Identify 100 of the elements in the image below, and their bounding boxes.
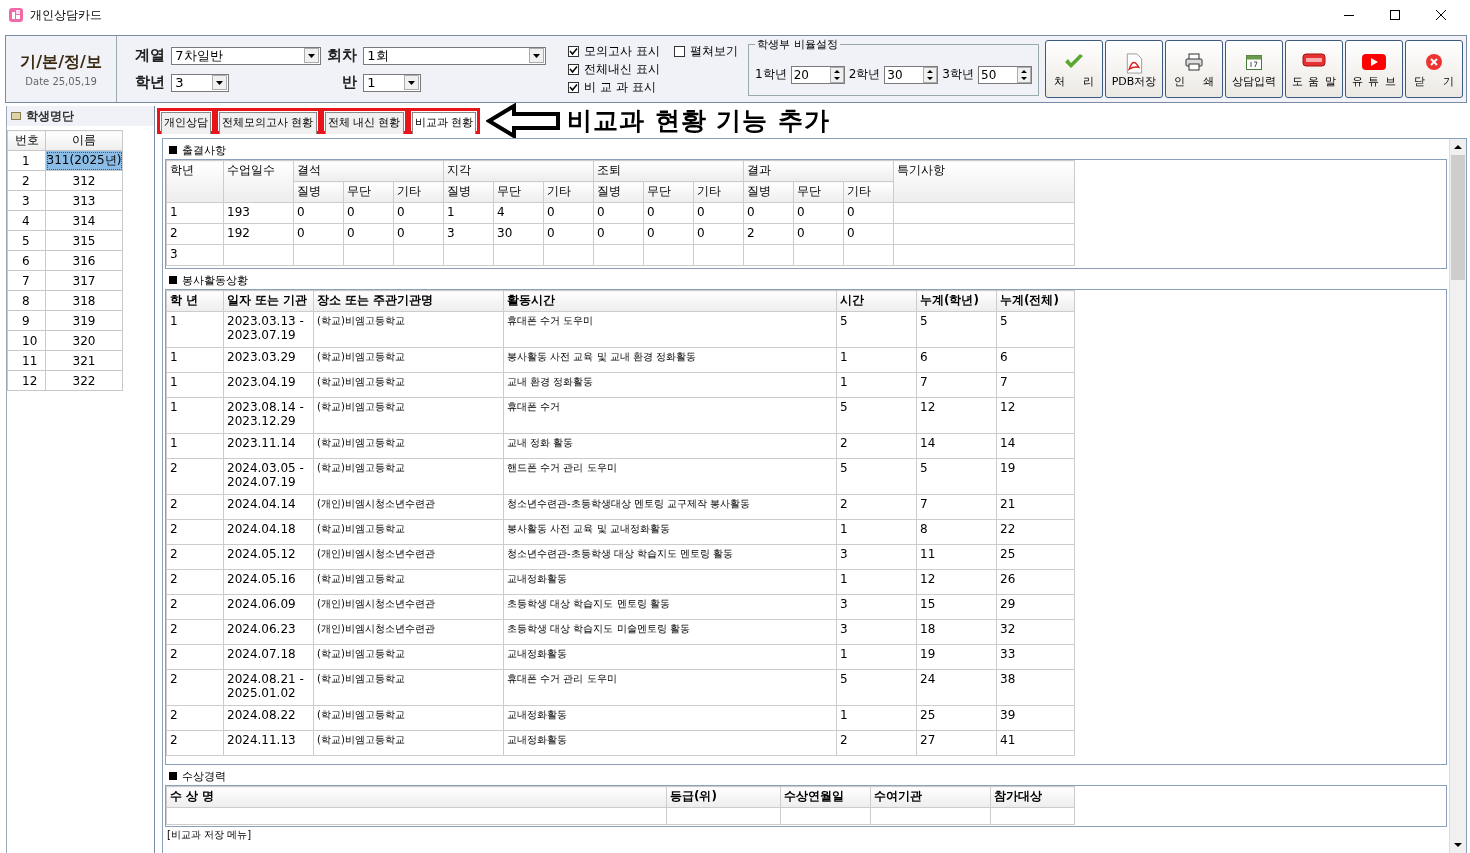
window-title: 개인상담카드 [30,6,102,24]
column-header: 학 년 [166,290,224,312]
column-header: 활동시간 [503,290,837,312]
number-cell: 10 [7,330,46,351]
checkbox[interactable] [568,63,580,75]
table-cell: (학교)비엠고등학교 [313,705,504,731]
table-cell: (학교)비엠고등학교 [313,397,504,434]
panel-title: 학생명단 [26,107,74,125]
maximize-icon[interactable] [1389,9,1401,21]
table-cell: (학교)비엠고등학교 [313,669,504,706]
table-cell: 19 [996,458,1075,495]
toolbar-button[interactable]: 닫 기 [1405,40,1463,98]
table-cell: 1 [836,705,917,731]
toolbar-button[interactable]: 처 리 [1045,40,1103,98]
name-cell[interactable]: 321 [45,350,123,371]
table-cell: 휴대폰 수거 관리 도우미 [503,669,837,706]
table-cell: 교내정화활동 [503,569,837,595]
table-cell: 교내정화활동 [503,705,837,731]
name-cell[interactable]: 317 [45,270,123,291]
table-cell: 24 [916,669,997,706]
name-cell[interactable]: 315 [45,230,123,251]
toolbar-button[interactable]: 유 튜 브 [1345,40,1403,98]
field-label: 회차 [327,44,358,66]
tab[interactable]: 전체모의고사 현황 [219,111,317,134]
table-cell: 1 [836,519,917,545]
table-cell: 0 [593,223,644,245]
checkbox[interactable] [674,45,686,57]
table-cell: 7 [916,372,997,398]
table-cell: 21 [996,494,1075,520]
tab[interactable]: 개인상담 [161,111,211,134]
table-cell: 4 [493,202,544,224]
column-header: 결과 [743,160,894,182]
table-cell: (학교)비엠고등학교 [313,519,504,545]
number-cell: 5 [7,230,46,251]
name-cell[interactable]: 316 [45,250,123,271]
spinner-arrows-icon [923,66,938,83]
table-cell: 5 [836,311,917,348]
checkbox-label: 모의고사 표시 [584,42,661,60]
checkbox[interactable] [568,81,580,93]
close-icon[interactable] [1435,9,1447,21]
name-cell[interactable]: 314 [45,210,123,231]
spin-field[interactable]: 30 [884,65,939,84]
number-cell: 12 [7,370,46,391]
column-header: 수여기관 [870,786,991,808]
table-cell: 교내 정화 활동 [503,433,837,459]
table-cell: 12 [916,569,997,595]
table-cell: 26 [996,569,1075,595]
dropdown[interactable]: 3 [171,73,230,92]
table-cell: (학교)비엠고등학교 [313,433,504,459]
table-cell: 25 [916,705,997,731]
toolbar-button[interactable]: PDB저장 [1105,40,1163,98]
table-cell: 2 [836,730,917,756]
table-cell: 2024.06.23 [223,619,314,645]
scrollbar[interactable] [1449,139,1466,853]
spin-field[interactable]: 20 [790,65,845,84]
table-cell: 1 [836,569,917,595]
table-cell: 2024.06.09 [223,594,314,620]
table-cell: 교내정화활동 [503,730,837,756]
table-cell: 2024.03.05 - 2024.07.19 [223,458,314,495]
dropdown[interactable]: 7차일반 [171,46,322,65]
toolbar-button[interactable]: 상담입력 [1225,40,1283,98]
document-icon [1124,53,1144,74]
section-title: 봉사활동상황 [182,272,248,288]
table-cell: 7 [996,372,1075,398]
dropdown[interactable]: 1회 [363,46,547,65]
table-cell: (학교)비엠고등학교 [313,311,504,348]
bullet-icon [169,276,177,284]
check-icon [1063,53,1085,71]
toolbar-button[interactable]: 인 쇄 [1165,40,1223,98]
table-cell: 1 [166,372,224,398]
tab[interactable]: 전체 내신 현황 [324,111,404,134]
table-cell: 2 [166,705,224,731]
table-cell: (학교)비엠고등학교 [313,347,504,373]
name-cell[interactable]: 320 [45,330,123,351]
table-cell: 0 [793,223,844,245]
field-label: 3학년 [942,66,974,83]
name-cell[interactable]: 312 [45,170,123,191]
table-cell: 15 [916,594,997,620]
checkbox[interactable] [568,45,580,57]
column-header: 등급(위) [666,786,781,808]
toolbar-button[interactable]: 도 움 말 [1285,40,1343,98]
name-cell[interactable]: 313 [45,190,123,211]
table-cell: (개인)비엠시청소년수련관 [313,494,504,520]
table-cell: 2024.08.22 [223,705,314,731]
spin-field[interactable]: 50 [978,65,1032,84]
table-cell: 39 [996,705,1075,731]
table-cell: 11 [916,544,997,570]
table-cell: 12 [996,397,1075,434]
scrollbar-thumb[interactable] [1451,155,1465,280]
tab[interactable]: 비교과 현황 [411,111,476,134]
table-cell: 0 [293,223,344,245]
table-cell: 봉사활동 사전 교육 및 교내정화활동 [503,519,837,545]
table-cell: 27 [916,730,997,756]
name-cell[interactable]: 322 [45,370,123,391]
name-cell[interactable]: 318 [45,290,123,311]
dropdown[interactable]: 1 [363,73,422,92]
table-cell: 5 [836,669,917,706]
name-cell[interactable]: 319 [45,310,123,331]
table-cell: 교내정화활동 [503,644,837,670]
table-cell: 청소년수련관-초등학생대상 멘토링 교구제작 봉사활동 [503,494,837,520]
